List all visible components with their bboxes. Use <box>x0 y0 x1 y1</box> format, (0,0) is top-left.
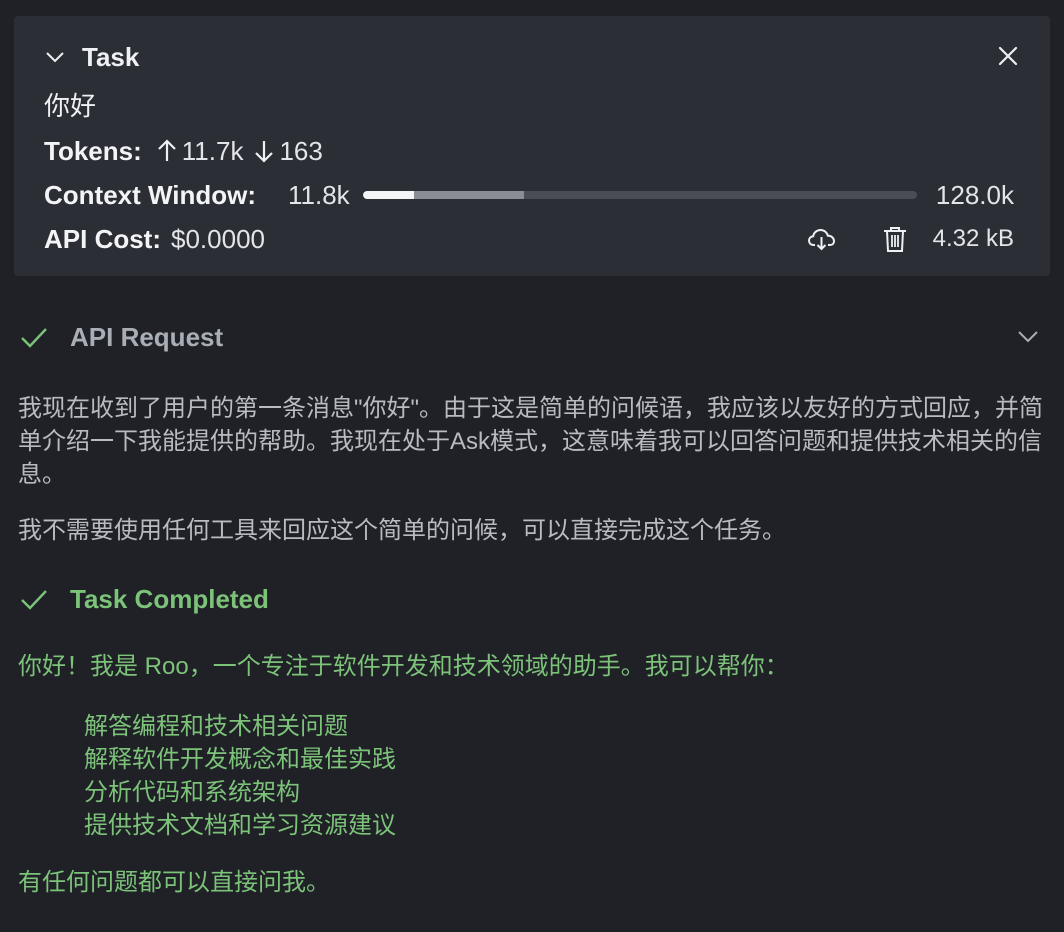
tokens-out-value: 163 <box>279 135 323 166</box>
task-card: Task 你好 Tokens: 11.7k 163 Context Window… <box>14 16 1050 276</box>
context-window-bar <box>363 191 917 199</box>
api-cost-value: $0.0000 <box>171 223 265 254</box>
api-request-reasoning-paragraph: 我现在收到了用户的第一条消息"你好"。由于这是简单的问候语，我应该以友好的方式回… <box>18 395 1044 488</box>
check-icon <box>21 590 47 610</box>
completion-list: 解答编程和技术相关问题 解释软件开发概念和最佳实践 分析代码和系统架构 提供技术… <box>84 710 396 842</box>
list-item: 解答编程和技术相关问题 <box>84 713 348 740</box>
chevron-down-icon[interactable] <box>1016 324 1040 348</box>
arrow-up-icon <box>157 139 176 161</box>
tokens-in-value: 11.7k <box>181 135 244 166</box>
tokens-label: Tokens: <box>44 135 142 166</box>
completion-outro: 有任何问题都可以直接问我。 <box>18 869 330 896</box>
context-reserved-fill <box>413 191 524 199</box>
task-text: 你好 <box>44 91 97 121</box>
task-completed-header: Task Completed <box>18 582 269 616</box>
chevron-down-icon[interactable] <box>44 46 66 68</box>
api-request-title: API Request <box>70 321 224 352</box>
check-icon <box>21 328 47 348</box>
cloud-download-icon[interactable] <box>806 223 838 255</box>
task-title: Task <box>82 41 140 72</box>
close-icon[interactable] <box>996 44 1020 68</box>
tokens-row: Tokens: 11.7k 163 <box>44 134 323 168</box>
context-window-row: Context Window: <box>44 178 270 212</box>
context-window-label: Context Window: <box>44 179 257 210</box>
context-used-fill <box>363 191 414 199</box>
arrow-down-icon <box>255 141 274 163</box>
api-cost-label: API Cost: <box>44 223 161 254</box>
list-item: 提供技术文档和学习资源建议 <box>84 812 396 839</box>
task-header[interactable]: Task <box>44 40 139 74</box>
api-request-reasoning-paragraph: 我不需要使用任何工具来回应这个简单的问候，可以直接完成这个任务。 <box>18 517 786 544</box>
api-cost-row: API Cost: $0.0000 <box>44 222 265 256</box>
completion-intro: 你好！我是 Roo，一个专注于软件开发和技术领域的助手。我可以帮你： <box>18 653 789 680</box>
context-used-value: 11.8k <box>288 180 350 210</box>
context-max-value: 128.0k <box>935 180 1014 210</box>
trash-icon[interactable] <box>879 223 911 255</box>
task-size-value: 4.32 kB <box>932 225 1014 252</box>
api-request-header[interactable]: API Request <box>18 320 223 354</box>
list-item: 解释软件开发概念和最佳实践 <box>84 746 396 773</box>
list-item: 分析代码和系统架构 <box>84 779 300 806</box>
task-completed-title: Task Completed <box>70 583 269 614</box>
